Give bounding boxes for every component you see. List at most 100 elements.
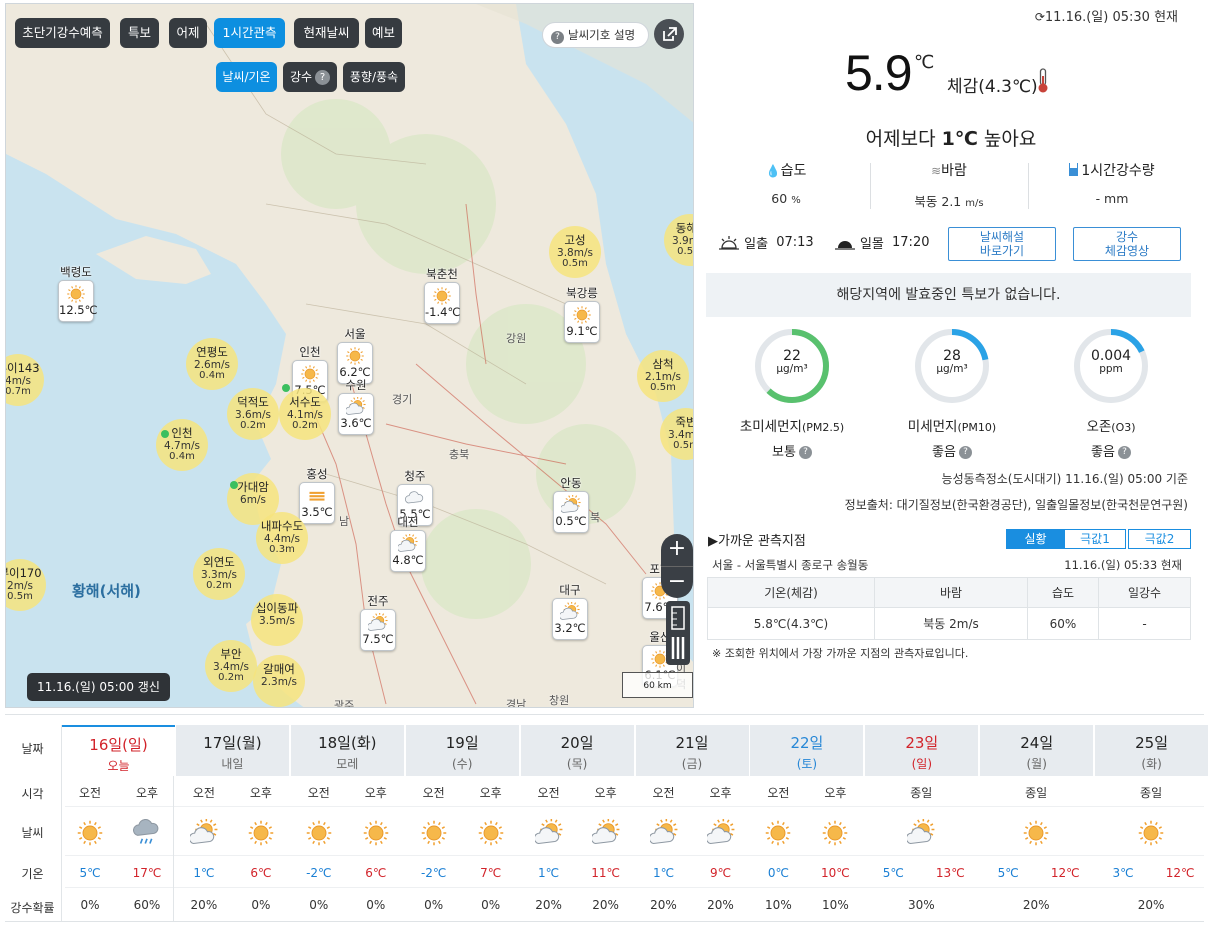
forecast-date: 17일(월) <box>203 734 262 752</box>
forecast-period: 오전 <box>422 786 445 800</box>
station-temperature: 12.5℃ <box>59 303 98 317</box>
forecast-min-temp: -2℃ <box>420 866 447 880</box>
zoom-out-button[interactable]: − <box>661 566 693 598</box>
forecast-day[interactable]: 25일 (화) 종일 20% 3℃ 12℃ <box>1095 725 1209 921</box>
help-icon[interactable]: ? <box>958 446 972 459</box>
sunrise-icon <box>719 235 739 250</box>
weather-commentary-button[interactable]: 날씨해설 바로가기 <box>948 227 1056 261</box>
forecast-weather <box>807 819 863 850</box>
external-link-button[interactable] <box>654 19 684 49</box>
forecast-day[interactable]: 24일 (월) 종일 20% 5℃ 12℃ <box>980 725 1094 921</box>
wind-marker[interactable]: 내파수도 4.4m/s 0.3m <box>256 512 308 564</box>
temperature-marker[interactable]: 대구 3.2℃ <box>552 583 588 640</box>
tab-extreme-2[interactable]: 극값2 <box>1128 529 1191 549</box>
measure-tool-button[interactable] <box>666 601 690 665</box>
subtab-wind[interactable]: 풍향/풍속 <box>343 62 405 92</box>
forecast-period: 오전 <box>537 786 560 800</box>
wave-height: 0.5m <box>677 246 694 257</box>
forecast-day[interactable]: 17일(월) 내일 오전 20% 오후 0% 1℃ 6℃ <box>175 725 289 921</box>
tab-actual[interactable]: 실황 <box>1006 529 1065 549</box>
forecast-date: 25일 <box>1135 734 1169 752</box>
table-header: 기온(체감) <box>707 577 875 608</box>
region-label: 경기 <box>392 393 413 406</box>
wave-height: 0.2m <box>292 420 318 431</box>
subtab-precip[interactable]: 강수? <box>283 62 337 92</box>
wind-marker[interactable]: 외연도 3.3m/s 0.2m <box>193 548 245 600</box>
temperature-marker[interactable]: 대전 4.8℃ <box>390 515 426 572</box>
help-icon[interactable]: ? <box>315 70 331 85</box>
help-icon[interactable]: ? <box>1117 446 1131 459</box>
station-temperature: 3.2℃ <box>554 621 586 635</box>
forecast-day[interactable]: 23일 (일) 종일 30% 5℃ 13℃ <box>865 725 979 921</box>
tab-yesterday[interactable]: 어제 <box>169 18 207 48</box>
row-label-time: 시각 <box>21 787 44 801</box>
wind-marker[interactable]: 덕적도 3.6m/s 0.2m <box>227 388 279 440</box>
wind-marker[interactable]: 삼척 2.1m/s 0.5m <box>637 350 689 402</box>
station-name: 인천 <box>299 345 321 359</box>
refresh-icon[interactable]: ⟳ <box>1035 10 1045 24</box>
temperature-marker[interactable]: 백령도 12.5℃ <box>58 265 98 322</box>
tab-extreme-1[interactable]: 극값1 <box>1064 529 1126 549</box>
precip-video-button[interactable]: 강수 체감영상 <box>1073 227 1181 261</box>
wind-marker[interactable]: 연평도 2.6m/s 0.4m <box>186 338 238 390</box>
wind-marker[interactable]: 서수도 4.1m/s 0.2m <box>279 388 331 440</box>
tab-short-term-precip[interactable]: 초단기강수예측 <box>15 18 110 48</box>
wind-value: 북동 2.1 <box>914 194 962 209</box>
forecast-pop: 0% <box>251 898 271 912</box>
wind-marker[interactable]: 십이동파 3.5m/s <box>251 594 303 646</box>
weather-map[interactable]: 초단기강수예측 특보 어제 1시간관측 현재날씨 예보 날씨/기온 강수? 풍향… <box>5 3 694 708</box>
zoom-in-button[interactable]: + <box>661 534 693 566</box>
forecast-pop: 20% <box>190 898 218 912</box>
forecast-day[interactable]: 19일 (수) 오전 0% 오후 0% -2℃ 7℃ <box>405 725 519 921</box>
forecast-day-header: 19일 (수) <box>405 725 519 776</box>
forecast-day[interactable]: 21일 (금) 오전 20% 오후 20% 1℃ 9℃ <box>635 725 749 921</box>
temperature-marker[interactable]: 북춘천 -1.4℃ <box>424 267 460 324</box>
droplet-icon: 💧 <box>765 164 781 178</box>
observation-time: ⟳11.16.(일) 05:30 현재 <box>1035 6 1178 25</box>
forecast-period: 종일 <box>910 786 933 800</box>
wind-marker[interactable]: 고성 3.8m/s 0.5m <box>549 226 601 278</box>
forecast-day-header: 18일(화) 모레 <box>290 725 404 776</box>
forecast-pop: 20% <box>707 898 734 912</box>
tab-current-weather[interactable]: 현재날씨 <box>294 18 359 48</box>
yesterday-comparison: 어제보다 1℃ 높아요 <box>865 128 1037 150</box>
tab-hourly-observation[interactable]: 1시간관측 <box>214 18 285 48</box>
forecast-day[interactable]: 18일(화) 모레 오전 0% 오후 0% -2℃ 6℃ <box>290 725 404 921</box>
air-quality-status: 보통? <box>712 441 872 460</box>
station-name: 대전 <box>397 515 419 529</box>
help-icon[interactable]: ? <box>798 446 812 459</box>
forecast-pop: 0% <box>309 898 329 912</box>
wind-marker[interactable]: 부안 3.4m/s 0.2m <box>205 640 257 692</box>
forecast-day-header: 16일(일) 오늘 <box>62 725 175 776</box>
nearby-time: 11.16.(일) 05:33 현재 <box>1064 558 1182 572</box>
forecast-day[interactable]: 22일 (토) 오전 10% 오후 10% 0℃ 10℃ <box>750 725 864 921</box>
comparison-value: 1℃ <box>941 128 978 150</box>
station-temperature: 9.1℃ <box>566 324 598 338</box>
cloud-sun-icon <box>561 495 581 513</box>
subtab-weather-temp[interactable]: 날씨/기온 <box>216 62 277 92</box>
station-note: 능성동측정소(도시대기) 11.16.(일) 05:00 기준 <box>941 472 1188 486</box>
tab-forecast[interactable]: 예보 <box>365 18 402 48</box>
wave-height: 0.2m <box>206 580 232 591</box>
wave-height: 0.4m <box>169 451 195 462</box>
temperature-marker[interactable]: 전주 7.5℃ <box>360 594 396 651</box>
temperature-marker[interactable]: 북강릉 9.1℃ <box>564 286 600 343</box>
sun-icon <box>573 306 591 324</box>
wave-height: 0.4m <box>199 370 225 381</box>
table-header: 일강수 <box>1098 577 1191 608</box>
legend-button[interactable]: ? 날씨기호 설명 <box>542 22 649 48</box>
sun-icon <box>421 820 446 846</box>
wind-marker[interactable]: 갈매여 2.3m/s <box>253 655 305 707</box>
rain-gauge-icon <box>1069 163 1079 176</box>
wind-speed: 6m/s <box>240 494 266 506</box>
sun-icon <box>306 820 332 846</box>
forecast-day[interactable]: 16일(일) 오늘 오전 0% 오후 60% 5℃ 17℃ <box>61 725 175 921</box>
temperature-marker[interactable]: 수원 3.6℃ <box>338 378 374 435</box>
forecast-day[interactable]: 20일 (목) 오전 20% 오후 20% 1℃ 11℃ <box>520 725 634 921</box>
wind-marker[interactable]: 인천 4.7m/s 0.4m <box>156 419 208 471</box>
forecast-pop: 20% <box>592 898 619 912</box>
tab-warning[interactable]: 특보 <box>120 18 159 48</box>
forecast-weather <box>893 818 949 850</box>
temperature-marker[interactable]: 안동 0.5℃ <box>553 476 589 533</box>
station-name: 서수도 <box>289 395 321 409</box>
